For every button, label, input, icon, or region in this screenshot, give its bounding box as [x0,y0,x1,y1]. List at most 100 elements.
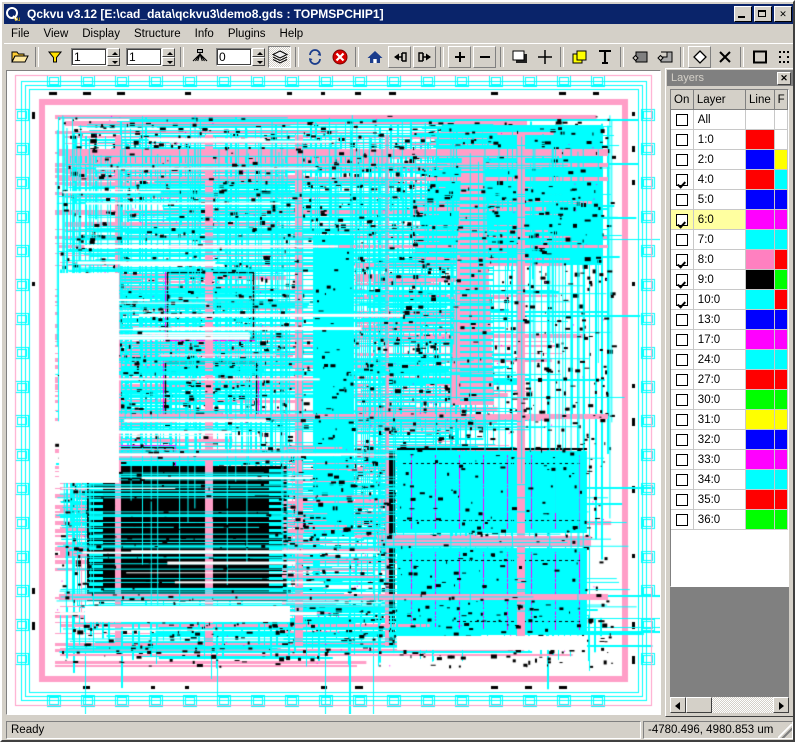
zoom-out-minus-icon[interactable] [473,46,496,68]
layer-visibility-checkbox[interactable] [675,393,688,406]
layer-line-color-swatch[interactable] [746,370,775,390]
arrow-right-icon[interactable] [413,46,436,68]
column-header-layer[interactable]: Layer [693,90,747,110]
layer-fill-color-swatch[interactable] [774,470,788,490]
layer-row[interactable]: 32:0 [671,430,788,450]
layer-fill-color-swatch[interactable] [774,510,788,530]
layer-line-color-swatch[interactable] [746,490,775,510]
menu-structure[interactable]: Structure [127,26,188,42]
menu-display[interactable]: Display [75,26,127,42]
layer-visibility-checkbox[interactable] [675,373,688,386]
home-icon[interactable] [363,46,386,68]
layer-visibility-checkbox[interactable] [675,273,688,286]
layer-visibility-checkbox[interactable] [675,313,688,326]
delete-x-icon[interactable] [713,46,736,68]
layer-row[interactable]: 30:0 [671,390,788,410]
layer-visibility-checkbox[interactable] [675,473,688,486]
level-input[interactable] [126,48,162,66]
layer-row[interactable]: 9:0 [671,270,788,290]
scrollbar-track[interactable] [712,697,773,713]
hierarchy-tree-icon[interactable] [188,46,211,68]
layer-row[interactable]: 1:0 [671,130,788,150]
layer-fill-color-swatch[interactable] [774,170,788,190]
menu-info[interactable]: Info [188,26,221,42]
layer-line-color-swatch[interactable] [746,270,775,290]
layer-line-color-swatch[interactable] [746,510,775,530]
layer-row[interactable]: 2:0 [671,150,788,170]
layer-line-color-swatch[interactable] [746,210,775,230]
layer-row[interactable]: 27:0 [671,370,788,390]
layer-line-color-swatch[interactable] [746,170,775,190]
layer-row[interactable]: 8:0 [671,250,788,270]
layer-line-color-swatch[interactable] [746,330,775,350]
fill-outline-icon[interactable] [653,46,676,68]
layers-horizontal-scrollbar[interactable] [670,697,789,713]
crosshair-icon[interactable] [533,46,556,68]
layer-line-color-swatch[interactable] [746,250,775,270]
layer-row[interactable]: 4:0 [671,170,788,190]
layer-fill-color-swatch[interactable] [774,450,788,470]
layer-fill-color-swatch[interactable] [774,210,788,230]
maximize-button[interactable] [754,6,772,22]
layer-fill-color-swatch[interactable] [774,130,788,150]
layer-row[interactable]: All [671,110,788,130]
layer-visibility-checkbox[interactable] [675,513,688,526]
layers-grid[interactable]: On Layer Line F All 1:0 2:0 4:0 5:0 6:0 7:0 8:0… [670,89,789,587]
text-tool-icon[interactable] [593,46,616,68]
layer-line-color-swatch[interactable] [746,190,775,210]
layer-visibility-checkbox[interactable] [675,293,688,306]
layer-visibility-checkbox[interactable] [675,113,688,126]
layer-visibility-checkbox[interactable] [675,453,688,466]
column-header-on[interactable]: On [671,90,694,110]
layout-viewport[interactable] [6,70,661,715]
box-outline-icon[interactable] [748,46,771,68]
layer-visibility-checkbox[interactable] [675,353,688,366]
menu-help[interactable]: Help [273,26,311,42]
layers-stack-icon[interactable] [268,46,291,68]
layers-panel-close-icon[interactable]: ✕ [777,71,791,85]
hierarchy-depth-input[interactable] [216,48,252,66]
layer-fill-color-swatch[interactable] [774,230,788,250]
layer-fill-color-swatch[interactable] [774,290,788,310]
layer-fill-color-swatch[interactable] [774,110,788,130]
layer-fill-color-swatch[interactable] [774,150,788,170]
scroll-left-arrow[interactable] [670,697,686,713]
layer-row[interactable]: 33:0 [671,450,788,470]
layer-fill-color-swatch[interactable] [774,370,788,390]
column-header-fill[interactable]: F [774,90,788,110]
layer-fill-color-swatch[interactable] [774,250,788,270]
layer-fill-color-swatch[interactable] [774,410,788,430]
hierarchy-spinner[interactable] [252,48,265,66]
layer-row[interactable]: 31:0 [671,410,788,430]
layer-row[interactable]: 5:0 [671,190,788,210]
window-rect-icon[interactable] [508,46,531,68]
layer-line-color-swatch[interactable] [746,350,775,370]
funnel-filter-icon[interactable] [43,46,66,68]
level-spinner[interactable] [162,48,175,66]
ic-layout-canvas[interactable] [7,71,660,714]
layer-fill-color-swatch[interactable] [774,490,788,510]
layer-visibility-checkbox[interactable] [675,333,688,346]
layer-row[interactable]: 36:0 [671,510,788,530]
layer-line-color-swatch[interactable] [746,150,775,170]
fill-solid-icon[interactable] [628,46,651,68]
layer-line-color-swatch[interactable] [746,230,775,250]
layer-fill-color-swatch[interactable] [774,330,788,350]
layer-line-color-swatch[interactable] [746,470,775,490]
menu-plugins[interactable]: Plugins [221,26,273,42]
minimize-button[interactable] [734,6,752,22]
layer-visibility-checkbox[interactable] [675,213,688,226]
menu-file[interactable]: File [4,26,37,42]
layer-line-color-swatch[interactable] [746,310,775,330]
scroll-right-arrow[interactable] [773,697,789,713]
layer-line-color-swatch[interactable] [746,430,775,450]
open-folder-icon[interactable] [8,46,31,68]
layer-line-color-swatch[interactable] [746,110,775,130]
layer-line-color-swatch[interactable] [746,390,775,410]
layer-line-color-swatch[interactable] [746,410,775,430]
refresh-cycle-icon[interactable] [303,46,326,68]
layer-visibility-checkbox[interactable] [675,253,688,266]
layer-visibility-checkbox[interactable] [675,433,688,446]
diamond-select-icon[interactable] [688,46,711,68]
layer-visibility-checkbox[interactable] [675,493,688,506]
